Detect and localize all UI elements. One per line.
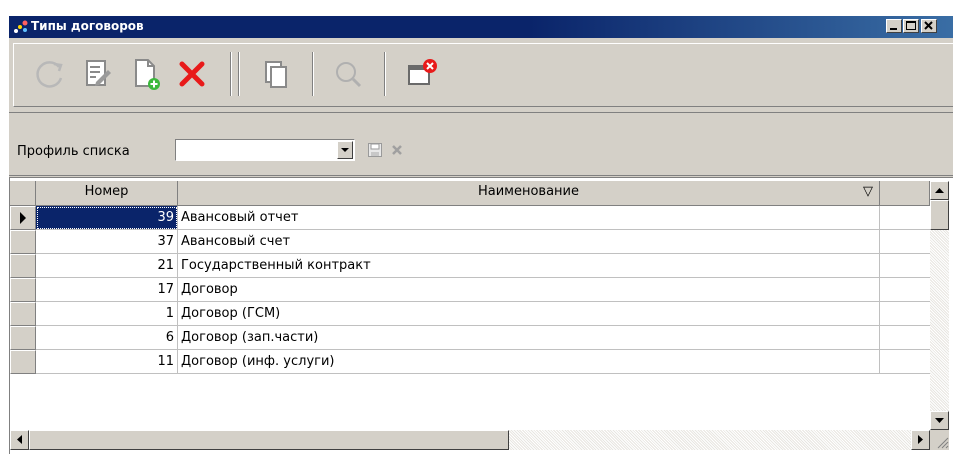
column-header-empty [880, 181, 930, 206]
maximize-button[interactable] [903, 19, 919, 33]
profile-select[interactable] [175, 139, 355, 161]
scroll-down-button[interactable] [930, 411, 949, 430]
cell-name[interactable]: Договор (ГСМ) [178, 302, 880, 326]
cell-number[interactable]: 21 [36, 254, 178, 278]
cell-number[interactable]: 17 [36, 278, 178, 302]
sort-icon: ▽ [863, 184, 873, 199]
profile-panel: Профиль списка [9, 114, 953, 176]
cell-name[interactable]: Авансовый отчет [178, 206, 880, 230]
scroll-up-button[interactable] [930, 181, 949, 200]
delete-button[interactable] [174, 56, 210, 92]
close-icon [924, 21, 933, 30]
row-indicator[interactable] [10, 254, 36, 278]
cell-name[interactable]: Договор (инф. услуги) [178, 350, 880, 374]
row-indicator[interactable] [10, 302, 36, 326]
row-indicator[interactable] [10, 350, 36, 374]
table-row[interactable]: 11 Договор (инф. услуги) [10, 350, 930, 374]
profile-label: Профиль списка [17, 144, 130, 159]
column-header-name-label: Наименование [477, 184, 580, 199]
refresh-icon [36, 61, 63, 88]
scroll-right-button[interactable] [911, 430, 930, 450]
close-button[interactable] [921, 19, 937, 33]
resize-grip-icon [937, 437, 949, 449]
table-row[interactable]: 1 Договор (ГСМ) [10, 302, 930, 326]
data-grid: Номер Наименование ▽ 39 Авансовый отчет 37… [9, 177, 953, 454]
save-icon [368, 143, 382, 157]
close-form-button[interactable] [404, 56, 440, 92]
cell-empty[interactable] [880, 206, 930, 230]
toolbar-separator [312, 52, 314, 96]
arrow-down-icon [935, 418, 944, 423]
table-row[interactable]: 21 Государственный контракт [10, 254, 930, 278]
title-bar[interactable]: Типы договоров [9, 16, 953, 38]
current-row-icon [20, 212, 26, 224]
vertical-scroll-thumb[interactable] [930, 200, 949, 230]
find-button[interactable] [330, 56, 366, 92]
delete-profile-icon [392, 145, 402, 155]
row-indicator-header [10, 181, 36, 206]
table-row[interactable]: 37 Авансовый счет [10, 230, 930, 254]
table-row[interactable]: 39 Авансовый отчет [10, 206, 930, 230]
cell-number[interactable]: 39 [36, 206, 178, 230]
maximize-icon [906, 21, 916, 30]
cell-number[interactable]: 6 [36, 326, 178, 350]
cell-empty[interactable] [880, 302, 930, 326]
toolbar-separator [230, 52, 232, 96]
minimize-button[interactable] [886, 19, 902, 33]
cell-name[interactable]: Договор [178, 278, 880, 302]
red-x-icon [179, 61, 205, 87]
delete-profile-button[interactable] [389, 142, 405, 158]
table-row[interactable]: 6 Договор (зап.части) [10, 326, 930, 350]
cell-name[interactable]: Государственный контракт [178, 254, 880, 278]
toolbar-separator [238, 52, 240, 96]
app-icon [14, 20, 28, 33]
create-button[interactable] [128, 56, 164, 92]
close-window-icon [408, 59, 437, 85]
toolbar-separator [384, 52, 386, 96]
minimize-icon [890, 28, 897, 30]
cell-number[interactable]: 37 [36, 230, 178, 254]
size-grip[interactable] [930, 430, 949, 450]
dropdown-button[interactable] [337, 141, 353, 159]
cell-empty[interactable] [880, 350, 930, 374]
arrow-left-icon [17, 435, 22, 444]
window-title: Типы договоров [31, 19, 144, 33]
arrow-right-icon [918, 435, 923, 444]
cell-number[interactable]: 1 [36, 302, 178, 326]
cell-empty[interactable] [880, 230, 930, 254]
column-header-name[interactable]: Наименование ▽ [178, 181, 880, 206]
edit-document-icon [86, 60, 111, 86]
row-indicator[interactable] [10, 230, 36, 254]
vertical-scrollbar[interactable] [930, 181, 949, 430]
new-document-icon [135, 59, 160, 90]
toolbar-panel [13, 43, 953, 107]
toolbar [9, 39, 953, 113]
scroll-left-button[interactable] [10, 430, 29, 450]
cell-number[interactable]: 11 [36, 350, 178, 374]
row-indicator[interactable] [10, 326, 36, 350]
copy-button[interactable] [258, 56, 294, 92]
horizontal-scrollbar[interactable] [10, 430, 930, 450]
cell-name[interactable]: Договор (зап.части) [178, 326, 880, 350]
column-header-number-label: Номер [84, 184, 129, 199]
column-header-number[interactable]: Номер [36, 181, 178, 206]
arrow-up-icon [935, 188, 944, 193]
refresh-button[interactable] [32, 56, 68, 92]
copy-icon [265, 61, 287, 88]
edit-button[interactable] [80, 56, 116, 92]
save-profile-button[interactable] [367, 142, 383, 158]
horizontal-scroll-thumb[interactable] [29, 430, 509, 450]
row-indicator[interactable] [10, 206, 36, 230]
window: Типы договоров Профиль списка Номер Наим… [8, 15, 953, 454]
row-indicator[interactable] [10, 278, 36, 302]
cell-empty[interactable] [880, 254, 930, 278]
search-icon [336, 62, 362, 88]
table-row[interactable]: 17 Договор [10, 278, 930, 302]
chevron-down-icon [341, 148, 349, 152]
cell-empty[interactable] [880, 326, 930, 350]
cell-empty[interactable] [880, 278, 930, 302]
cell-name[interactable]: Авансовый счет [178, 230, 880, 254]
